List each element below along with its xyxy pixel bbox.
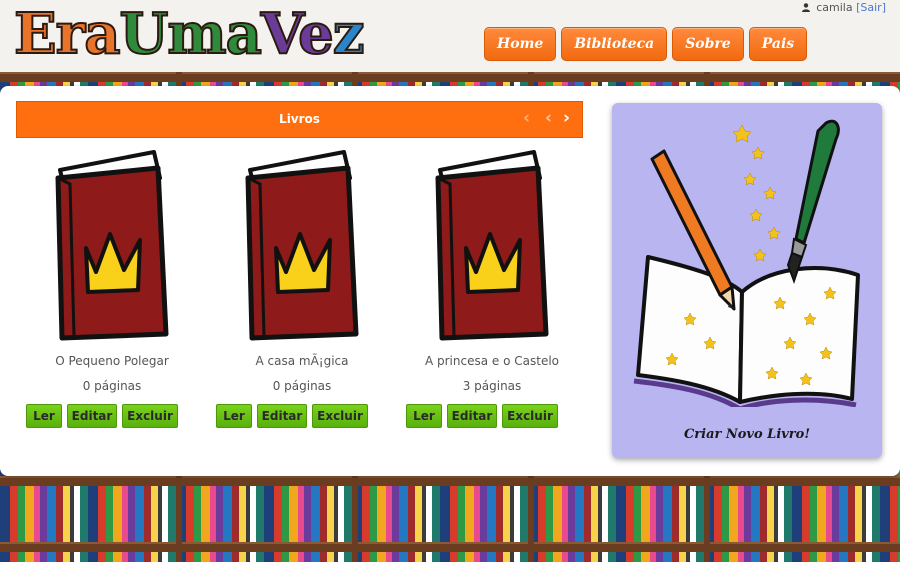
logo-part: z — [332, 0, 366, 68]
book-cover-icon[interactable] — [42, 148, 182, 343]
edit-button[interactable]: Editar — [257, 404, 307, 428]
user-box: camila [Sair] — [802, 1, 886, 14]
brush-icon — [786, 119, 840, 284]
nav-home-button[interactable]: Home — [484, 27, 557, 61]
book-title: A casa mÃ¡gica — [255, 354, 349, 368]
open-book-icon — [633, 119, 860, 407]
edit-button[interactable]: Editar — [447, 404, 497, 428]
book-card: O Pequeno Polegar 0 páginas Ler Editar E… — [26, 148, 212, 448]
books-title: Livros — [279, 112, 320, 126]
delete-button[interactable]: Excluir — [122, 404, 178, 428]
chevron-right-icon[interactable]: › — [563, 108, 570, 128]
user-icon — [802, 3, 811, 12]
books-carousel-header: Livros ‹ ‹ › — [16, 101, 583, 138]
book-page-count: 0 páginas — [82, 379, 142, 393]
nav-library-button[interactable]: Biblioteca — [561, 27, 668, 61]
shelf-board — [0, 542, 900, 552]
carousel-first-icon[interactable]: ‹ — [523, 108, 530, 128]
logout-link[interactable]: [Sair] — [856, 1, 886, 14]
delete-button[interactable]: Excluir — [502, 404, 558, 428]
shelf-board — [0, 476, 900, 486]
book-card: A casa mÃ¡gica 0 páginas Ler Editar Excl… — [216, 148, 402, 448]
book-actions: Ler Editar Excluir — [216, 404, 368, 428]
book-card: A princesa e o Castelo 3 páginas Ler Edi… — [406, 148, 592, 448]
book-page-count: 3 páginas — [462, 379, 522, 393]
main-nav: Home Biblioteca Sobre Pais — [484, 27, 808, 61]
logo-part: Ve — [260, 0, 335, 68]
nav-about-button[interactable]: Sobre — [672, 27, 744, 61]
book-actions: Ler Editar Excluir — [406, 404, 558, 428]
main-panel: Livros ‹ ‹ › O Pequeno Polegar 0 páginas… — [0, 86, 900, 476]
create-book-card[interactable]: Criar Novo Livro! — [612, 103, 882, 458]
nav-parents-button[interactable]: Pais — [748, 27, 808, 61]
site-logo[interactable]: EraUmaVez — [13, 0, 366, 68]
book-title: O Pequeno Polegar — [55, 354, 169, 368]
book-cover-icon[interactable] — [422, 148, 562, 343]
book-page-count: 0 páginas — [272, 379, 332, 393]
book-actions: Ler Editar Excluir — [26, 404, 178, 428]
logo-part: Era — [13, 0, 121, 68]
read-button[interactable]: Ler — [216, 404, 252, 428]
edit-button[interactable]: Editar — [67, 404, 117, 428]
header: EraUmaVez Home Biblioteca Sobre Pais cam… — [0, 0, 900, 73]
read-button[interactable]: Ler — [406, 404, 442, 428]
username: camila — [816, 1, 853, 14]
chevron-left-icon[interactable]: ‹ — [545, 108, 552, 128]
create-book-label: Criar Novo Livro! — [683, 427, 811, 442]
book-title: A princesa e o Castelo — [424, 354, 559, 368]
read-button[interactable]: Ler — [26, 404, 62, 428]
shelf-board — [0, 72, 900, 82]
delete-button[interactable]: Excluir — [312, 404, 368, 428]
logo-part: Uma — [118, 0, 262, 68]
book-cover-icon[interactable] — [232, 148, 372, 343]
